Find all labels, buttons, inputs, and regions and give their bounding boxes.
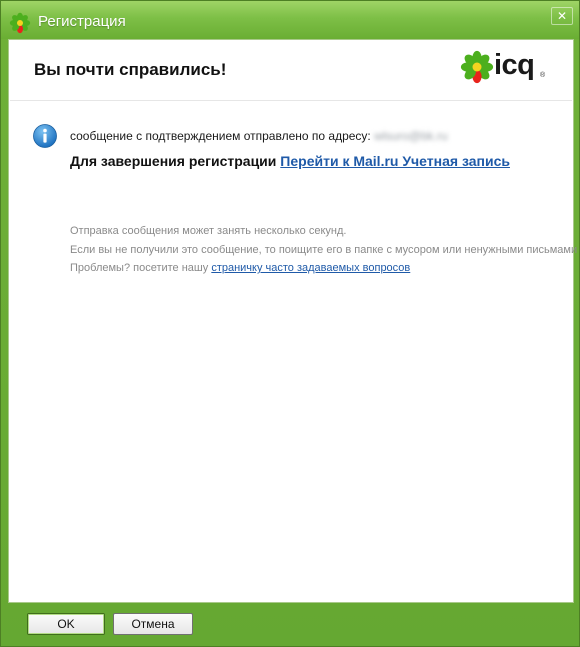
- note-spam: Если вы не получили это сообщение, то по…: [70, 243, 578, 256]
- mailru-account-link[interactable]: Перейти к Mail.ru Учетная запись: [280, 153, 510, 169]
- icq-logo-flower-icon: [460, 50, 494, 84]
- note-problems-prefix: Проблемы? посетите нашу: [70, 262, 209, 274]
- cancel-button[interactable]: Отмена: [113, 613, 193, 635]
- header-divider: [10, 100, 572, 101]
- window-title: Регистрация: [38, 13, 126, 30]
- note-delay: Отправка сообщения может занять нескольк…: [70, 225, 347, 237]
- ok-button[interactable]: OK: [27, 613, 105, 635]
- note-problems: Проблемы? посетите нашу страничку часто …: [70, 259, 577, 278]
- finish-registration-line: Для завершения регистрации Перейти к Mai…: [70, 153, 510, 169]
- info-icon: [33, 124, 57, 148]
- close-button[interactable]: ✕: [551, 7, 573, 25]
- content-panel: Вы почти справились! icq ® сообщение с п…: [8, 39, 577, 603]
- faq-link[interactable]: страничку часто задаваемых вопросов: [211, 262, 410, 274]
- registration-window: Регистрация ✕ Вы почти справились! icq ®…: [0, 0, 580, 647]
- titlebar[interactable]: Регистрация ✕: [1, 1, 579, 39]
- close-icon: ✕: [556, 9, 568, 23]
- page-title: Вы почти справились!: [34, 60, 227, 79]
- icq-logo: icq ®: [460, 49, 550, 90]
- help-notes: Отправка сообщения может занять нескольк…: [70, 222, 577, 278]
- finish-prefix: Для завершения регистрации: [70, 153, 277, 169]
- confirmation-text: сообщение с подтверждением отправлено по…: [70, 129, 371, 143]
- email-address: wlsuro@bk.ru: [374, 129, 448, 143]
- confirmation-sent-message: сообщение с подтверждением отправлено по…: [70, 129, 448, 143]
- icq-flower-icon: [9, 12, 31, 34]
- logo-text: icq: [494, 49, 535, 81]
- logo-trademark: ®: [540, 72, 546, 79]
